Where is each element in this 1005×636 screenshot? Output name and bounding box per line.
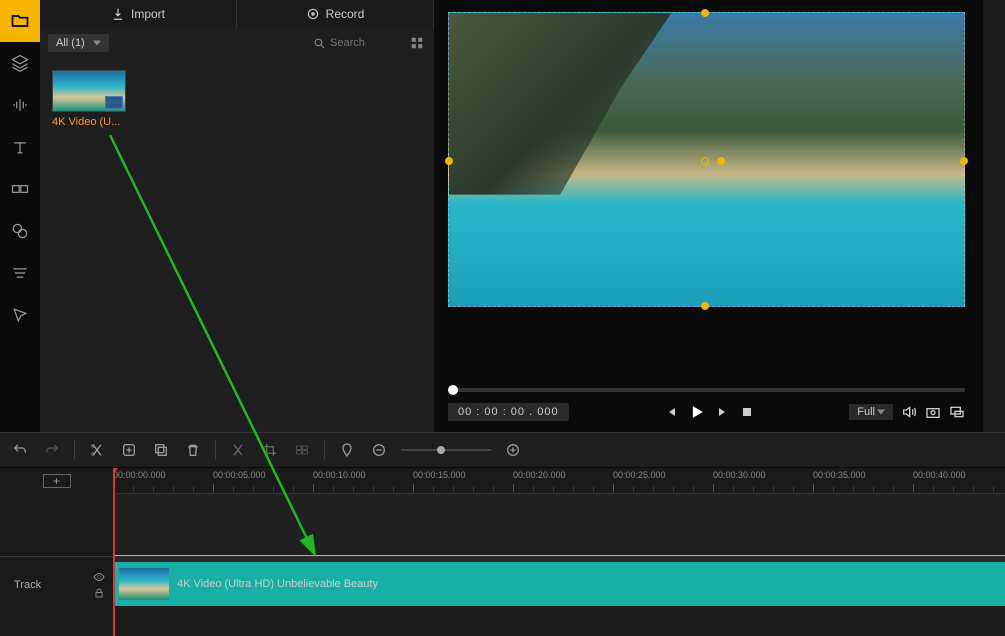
import-icon — [111, 7, 125, 21]
transform-handle[interactable] — [445, 157, 453, 165]
next-frame-button[interactable] — [715, 404, 731, 420]
zoom-slider[interactable] — [401, 449, 491, 451]
ruler-tick: 00:00:00.000 — [113, 470, 166, 480]
timeline: + Track 00:00:00.000 00:00:05.000 00:00:10… — [0, 468, 1005, 636]
ruler-tick: 00:00:10.000 — [313, 470, 366, 480]
grid-view-button[interactable] — [408, 34, 426, 52]
ruler-tick: 00:00:15.000 — [413, 470, 466, 480]
transform-handle[interactable] — [701, 157, 709, 165]
sidebar-tab-filters[interactable] — [0, 252, 40, 294]
prev-frame-button[interactable] — [663, 404, 679, 420]
zoom-in-button[interactable] — [503, 440, 523, 460]
sidebar-tab-effects[interactable] — [0, 210, 40, 252]
marker-button[interactable] — [337, 440, 357, 460]
zoom-thumb[interactable] — [437, 446, 445, 454]
sidebar-tab-text[interactable] — [0, 126, 40, 168]
search-input[interactable] — [330, 37, 400, 49]
fullscreen-button[interactable] — [949, 404, 965, 420]
search-box[interactable] — [313, 37, 400, 50]
record-icon — [306, 7, 320, 21]
copy-button[interactable] — [151, 440, 171, 460]
preview-preset-label: Full — [849, 404, 893, 420]
media-thumbnail — [52, 70, 126, 112]
sidebar-tab-audio[interactable] — [0, 84, 40, 126]
preview-panel: 00 : 00 : 00 . 000 Full — [434, 0, 983, 432]
media-item[interactable]: 4K Video (U... — [52, 70, 130, 128]
empty-track[interactable] — [113, 494, 1005, 556]
import-tab[interactable]: Import — [40, 0, 237, 28]
search-icon — [313, 37, 326, 50]
split-button[interactable] — [87, 440, 107, 460]
video-track[interactable]: 4K Video (Ultra HD) Unbelievable Beauty — [113, 556, 1005, 612]
import-label: Import — [131, 7, 165, 21]
snapshot-button[interactable] — [925, 404, 941, 420]
stop-button[interactable] — [739, 404, 755, 420]
preview-canvas[interactable] — [448, 12, 965, 307]
record-label: Record — [326, 7, 365, 21]
volume-button[interactable] — [901, 404, 917, 420]
lock-icon[interactable] — [93, 587, 105, 599]
left-sidebar — [0, 0, 40, 432]
media-filter-select[interactable]: All (1) — [48, 34, 109, 52]
ruler-tick: 00:00:35.000 — [813, 470, 866, 480]
preview-timecode: 00 : 00 : 00 . 000 — [448, 403, 569, 421]
grid-icon — [410, 36, 424, 50]
ruler-tick: 00:00:20.000 — [513, 470, 566, 480]
transform-handle[interactable] — [701, 9, 709, 17]
media-panel: Import Record All (1) 4K Video (U. — [40, 0, 434, 432]
preview-seek-bar[interactable] — [448, 388, 965, 392]
clip-thumbnail — [119, 568, 169, 600]
zoom-out-button[interactable] — [369, 440, 389, 460]
crop-button[interactable] — [260, 440, 280, 460]
track-header-empty — [0, 494, 113, 556]
add-button[interactable] — [119, 440, 139, 460]
record-tab[interactable]: Record — [237, 0, 434, 28]
redo-button[interactable] — [42, 440, 62, 460]
clip-label: 4K Video (Ultra HD) Unbelievable Beauty — [177, 578, 378, 590]
preview-preset-select[interactable]: Full — [849, 404, 893, 420]
timeline-ruler[interactable]: 00:00:00.000 00:00:05.000 00:00:10.000 00:0… — [113, 468, 1005, 494]
media-filter-label: All (1) — [48, 34, 109, 52]
timeline-toolbar — [0, 432, 1005, 468]
playhead[interactable] — [113, 468, 115, 636]
ruler-tick: 00:00:05.000 — [213, 470, 266, 480]
ruler-tick: 00:00:40.000 — [913, 470, 966, 480]
sidebar-tab-layers[interactable] — [0, 42, 40, 84]
group-button[interactable] — [292, 440, 312, 460]
timeline-tracks[interactable]: 00:00:00.000 00:00:05.000 00:00:10.000 00:0… — [113, 468, 1005, 636]
transform-handle[interactable] — [960, 157, 968, 165]
sidebar-tab-transitions[interactable] — [0, 168, 40, 210]
ruler-tick: 00:00:25.000 — [613, 470, 666, 480]
play-button[interactable] — [687, 402, 707, 422]
ruler-tick: 00:00:30.000 — [713, 470, 766, 480]
sidebar-tab-elements[interactable] — [0, 294, 40, 336]
track-label: Track — [14, 579, 41, 591]
delete-button[interactable] — [183, 440, 203, 460]
media-item-label: 4K Video (U... — [52, 116, 130, 128]
cut-button[interactable] — [228, 440, 248, 460]
sidebar-tab-media[interactable] — [0, 0, 40, 42]
right-panel — [983, 0, 1005, 432]
timeline-clip[interactable]: 4K Video (Ultra HD) Unbelievable Beauty — [113, 562, 1005, 606]
track-header-video[interactable]: Track — [0, 556, 113, 612]
add-track-button[interactable]: + — [43, 474, 71, 488]
seek-thumb[interactable] — [448, 385, 458, 395]
transform-handle[interactable] — [717, 157, 725, 165]
undo-button[interactable] — [10, 440, 30, 460]
visibility-icon[interactable] — [93, 571, 105, 583]
